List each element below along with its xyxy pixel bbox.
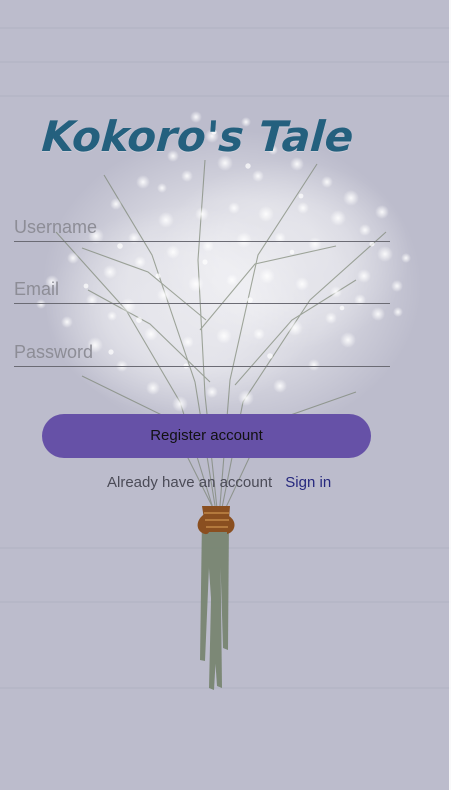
username-input[interactable] — [14, 217, 390, 238]
password-field[interactable] — [14, 332, 390, 367]
app-title: Kokoro's Tale — [40, 112, 356, 161]
register-account-button[interactable]: Register account — [42, 414, 371, 458]
email-field[interactable] — [14, 269, 390, 304]
email-input[interactable] — [14, 279, 390, 300]
password-input[interactable] — [14, 342, 390, 363]
signin-prompt-row: Already have an account Sign in — [107, 474, 331, 491]
register-screen: Kokoro's Tale Register account Already h… — [0, 0, 451, 790]
signin-prompt-text: Already have an account — [107, 474, 273, 491]
signin-link[interactable]: Sign in — [285, 474, 331, 491]
username-field[interactable] — [14, 207, 390, 242]
